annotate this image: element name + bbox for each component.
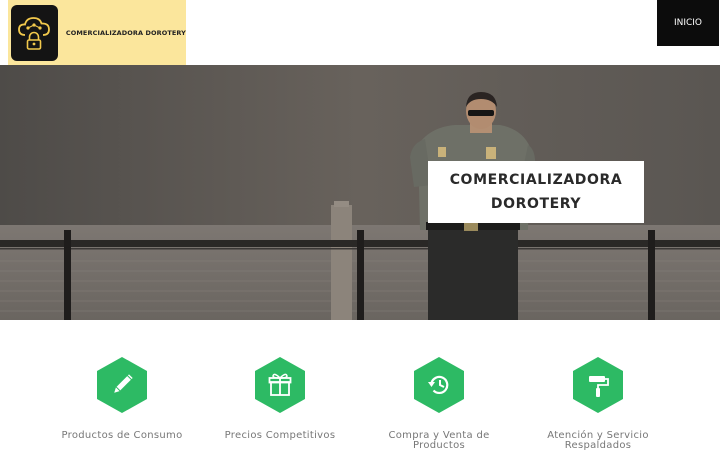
hero-title-card: COMERCIALIZADORA DOROTERY [428,161,644,223]
hero-title-line1: COMERCIALIZADORA [449,172,623,188]
features-section: Productos de Consumo Precios Competitivo… [0,320,720,451]
feature-label: Productos de Consumo [42,431,202,441]
feature-label-line1: Productos de Consumo [61,430,183,441]
hero-title-line2: DOROTERY [490,196,582,212]
cloud-lock-logo-icon[interactable] [11,4,58,61]
brand[interactable]: COMERCIALIZADORA DOROTERY [8,0,186,65]
paint-roller-icon [573,357,623,413]
feature-label-line1: Precios Competitivos [224,430,336,441]
pencil-icon [97,357,147,413]
feature-label: Compra y Venta de Productos [359,431,519,451]
history-icon [414,357,464,413]
gift-icon [255,357,305,413]
hero-banner: COMERCIALIZADORA DOROTERY [0,65,720,320]
feature-label: Atención y Servicio Respaldados [518,431,678,451]
nav-home-link[interactable]: INICIO [657,0,719,46]
brand-name[interactable]: COMERCIALIZADORA DOROTERY [66,29,186,37]
feature-label: Precios Competitivos [200,431,360,441]
site-header: COMERCIALIZADORA DOROTERY INICIO [0,0,720,65]
